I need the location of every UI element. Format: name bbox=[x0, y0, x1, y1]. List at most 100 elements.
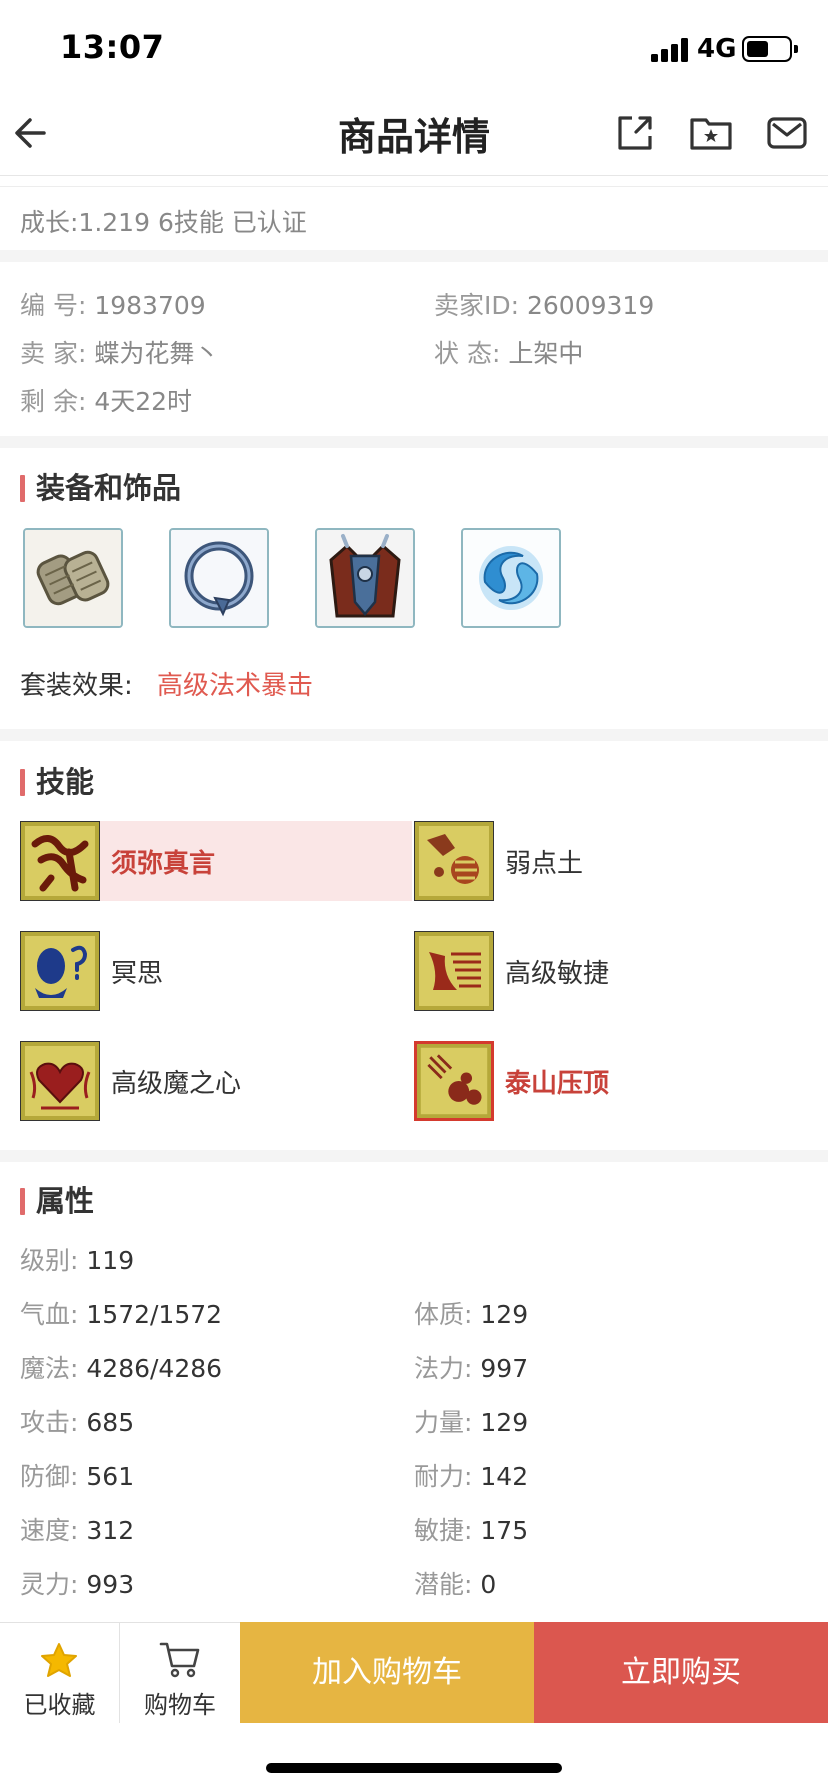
armor-icon bbox=[317, 530, 413, 626]
attribute-label: 耐力: bbox=[414, 1462, 473, 1491]
attribute-mp: 魔法: 4286/4286 bbox=[20, 1349, 222, 1385]
status-bar: 13:07 4G bbox=[0, 0, 828, 88]
skill-name: 须弥真言 bbox=[111, 849, 216, 879]
attribute-endurance: 耐力: 142 bbox=[414, 1457, 528, 1493]
status-time: 13:07 bbox=[60, 28, 165, 66]
attribute-label: 攻击: bbox=[20, 1408, 79, 1437]
share-icon bbox=[618, 116, 652, 150]
skill-item-mount-tai-crush[interactable]: 泰山压顶 bbox=[414, 1041, 806, 1121]
listing-id-value: 1983709 bbox=[94, 291, 206, 320]
mount-tai-crush-icon bbox=[414, 1041, 494, 1121]
attribute-value: 175 bbox=[480, 1516, 529, 1545]
message-button[interactable] bbox=[764, 110, 810, 156]
attribute-label: 潜能: bbox=[414, 1570, 473, 1599]
attribute-value: 993 bbox=[86, 1570, 135, 1599]
time-remaining-label: 剩 余: bbox=[20, 387, 87, 416]
shopping-cart-icon bbox=[159, 1642, 200, 1678]
bottom-action-bar: 已收藏 购物车 加入购物车 立即购买 bbox=[0, 1622, 828, 1723]
growth-text: 成长:1.219 6技能 已认证 bbox=[20, 208, 307, 237]
sumeru-mantra-icon bbox=[20, 821, 100, 901]
skill-item-meditation[interactable]: 冥思 bbox=[20, 931, 412, 1011]
attribute-label: 敏捷: bbox=[414, 1516, 473, 1545]
attribute-value: 561 bbox=[86, 1462, 135, 1491]
equipment-slot-3[interactable] bbox=[315, 528, 415, 628]
attribute-value: 4286/4286 bbox=[86, 1354, 223, 1383]
listing-status: 状 态: 上架中 bbox=[434, 334, 583, 370]
share-button[interactable] bbox=[612, 110, 658, 156]
add-to-cart-button[interactable]: 加入购物车 bbox=[240, 1622, 534, 1723]
favorited-label: 已收藏 bbox=[23, 1691, 96, 1719]
seller-id-value: 26009319 bbox=[527, 291, 655, 320]
attribute-strength: 力量: 129 bbox=[414, 1403, 528, 1439]
time-remaining: 剩 余: 4天22时 bbox=[20, 382, 192, 418]
nav-bar: 商品详情 bbox=[0, 88, 828, 176]
skill-name: 弱点土 bbox=[505, 849, 584, 879]
listing-id-label: 编 号: bbox=[20, 291, 87, 320]
attribute-label: 法力: bbox=[414, 1354, 473, 1383]
equipment-slot-4[interactable] bbox=[461, 528, 561, 628]
attribute-value: 129 bbox=[480, 1300, 529, 1329]
growth-row: 成长:1.219 6技能 已认证 bbox=[0, 186, 828, 250]
divider bbox=[0, 436, 828, 448]
attribute-agility: 敏捷: 175 bbox=[414, 1511, 528, 1547]
divider bbox=[0, 250, 828, 262]
equipment-slot-2[interactable] bbox=[169, 528, 269, 628]
attribute-defense: 防御: 561 bbox=[20, 1457, 134, 1493]
seller-id: 卖家ID: 26009319 bbox=[434, 286, 654, 322]
listing-info: 编 号: 1983709 卖家ID: 26009319 卖 家: 蝶为花舞丶 状… bbox=[0, 262, 828, 436]
attribute-speed: 速度: 312 bbox=[20, 1511, 134, 1547]
attribute-value: 129 bbox=[480, 1408, 529, 1437]
attribute-label: 气血: bbox=[20, 1300, 79, 1329]
attribute-label: 体质: bbox=[414, 1300, 473, 1329]
buy-now-button[interactable]: 立即购买 bbox=[534, 1622, 828, 1723]
cart-tab-label: 购物车 bbox=[144, 1691, 216, 1719]
attribute-spirit: 灵力: 993 bbox=[20, 1565, 134, 1601]
attributes-section-title: 属性 bbox=[20, 1186, 94, 1216]
skill-name: 高级魔之心 bbox=[111, 1069, 242, 1099]
star-icon bbox=[41, 1643, 77, 1677]
attribute-potential: 潜能: 0 bbox=[414, 1565, 496, 1601]
earth-weakness-icon bbox=[414, 821, 494, 901]
battery-icon bbox=[742, 36, 798, 62]
listing-status-label: 状 态: bbox=[434, 339, 501, 368]
skill-name: 高级敏捷 bbox=[505, 959, 610, 989]
attribute-value: 0 bbox=[480, 1570, 497, 1599]
bracer-icon bbox=[25, 530, 121, 626]
equipment-slot-1[interactable] bbox=[23, 528, 123, 628]
attribute-label: 灵力: bbox=[20, 1570, 79, 1599]
attribute-value: 1572/1572 bbox=[86, 1300, 223, 1329]
spirit-orb-icon bbox=[463, 530, 559, 626]
skill-item-sumeru-mantra[interactable]: 须弥真言 bbox=[20, 821, 412, 901]
seller-name-value: 蝶为花舞丶 bbox=[94, 339, 220, 368]
attribute-label: 力量: bbox=[414, 1408, 473, 1437]
attribute-label: 防御: bbox=[20, 1462, 79, 1491]
skill-item-advanced-magic-heart[interactable]: 高级魔之心 bbox=[20, 1041, 412, 1121]
advanced-agility-icon bbox=[414, 931, 494, 1011]
advanced-magic-heart-icon bbox=[20, 1041, 100, 1121]
network-label: 4G bbox=[697, 34, 737, 64]
seller-name-label: 卖 家: bbox=[20, 339, 87, 368]
attribute-value: 119 bbox=[86, 1246, 135, 1275]
message-icon bbox=[767, 117, 807, 149]
attribute-magic-power: 法力: 997 bbox=[414, 1349, 528, 1385]
divider bbox=[0, 1150, 828, 1162]
attribute-label: 级别: bbox=[20, 1246, 79, 1275]
skill-name: 泰山压顶 bbox=[505, 1069, 610, 1099]
attribute-value: 997 bbox=[480, 1354, 529, 1383]
seller-name: 卖 家: 蝶为花舞丶 bbox=[20, 334, 219, 370]
skill-item-advanced-agility[interactable]: 高级敏捷 bbox=[414, 931, 806, 1011]
attribute-level: 级别: 119 bbox=[20, 1241, 134, 1277]
attribute-constitution: 体质: 129 bbox=[414, 1295, 528, 1331]
favorite-folder-icon bbox=[690, 118, 732, 150]
time-remaining-value: 4天22时 bbox=[94, 387, 193, 416]
attribute-value: 685 bbox=[86, 1408, 135, 1437]
cart-tab-button[interactable]: 购物车 bbox=[120, 1623, 240, 1723]
attribute-value: 312 bbox=[86, 1516, 135, 1545]
favorite-folder-button[interactable] bbox=[688, 110, 734, 156]
attribute-attack: 攻击: 685 bbox=[20, 1403, 134, 1439]
skill-name: 冥思 bbox=[111, 959, 164, 989]
meditation-icon bbox=[20, 931, 100, 1011]
favorited-button[interactable]: 已收藏 bbox=[0, 1623, 119, 1723]
seller-id-label: 卖家ID: bbox=[434, 291, 520, 320]
skill-item-earth-weakness[interactable]: 弱点土 bbox=[414, 821, 806, 901]
